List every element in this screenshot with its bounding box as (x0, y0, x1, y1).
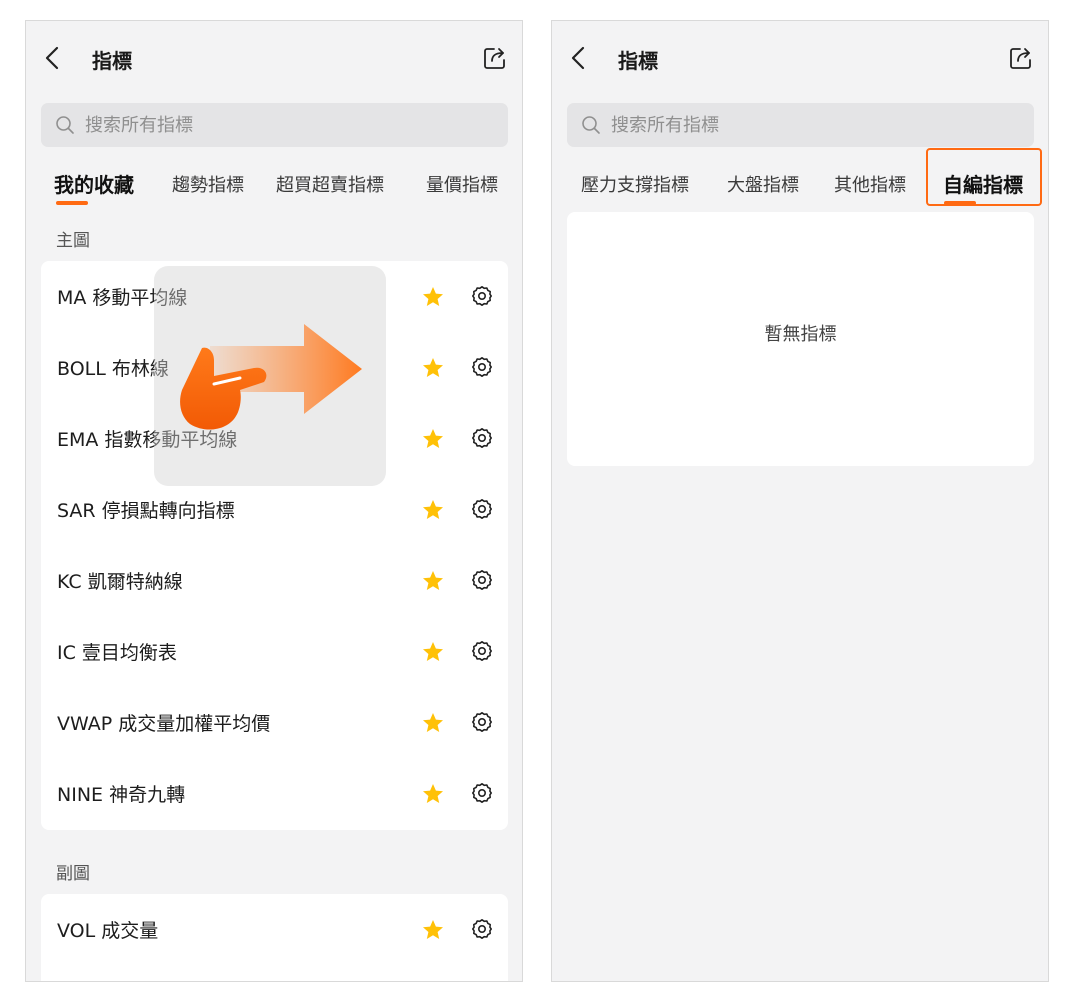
indicator-name: VOL 成交量 (57, 920, 159, 942)
gear-icon[interactable] (471, 356, 493, 378)
tab-overbought-oversold[interactable]: 超買超賣指標 (276, 171, 384, 197)
back-arrow-icon[interactable] (566, 43, 592, 73)
header: 指標 (26, 21, 522, 97)
gear-icon[interactable] (471, 711, 493, 733)
list-item[interactable]: NINE 神奇九轉 (41, 758, 508, 829)
star-icon[interactable] (421, 711, 445, 735)
tab-trend[interactable]: 趨勢指標 (172, 171, 244, 197)
tab-favorites[interactable]: 我的收藏 (54, 169, 134, 198)
tab-other[interactable]: 其他指標 (834, 171, 906, 197)
right-screen: 指標 壓力支撐指標 大盤指標 其他指標 自編指標 暫無指標 (551, 20, 1049, 982)
search-icon (56, 116, 74, 134)
indicator-name: SAR 停損點轉向指標 (57, 500, 235, 522)
star-icon[interactable] (421, 285, 445, 309)
indicator-name: BOLL 布林線 (57, 358, 169, 380)
star-icon[interactable] (421, 640, 445, 664)
list-item[interactable]: KC 凱爾特納線 (41, 545, 508, 616)
page-title: 指標 (92, 49, 132, 73)
star-icon[interactable] (421, 498, 445, 522)
tab-market[interactable]: 大盤指標 (727, 171, 799, 197)
search-bar[interactable] (41, 103, 508, 147)
section-label-main: 主圖 (56, 231, 90, 251)
share-icon[interactable] (1008, 45, 1034, 71)
star-icon[interactable] (421, 918, 445, 942)
active-tab-highlight (926, 148, 1042, 206)
swipe-gesture-hint (180, 324, 362, 430)
empty-state-message: 暫無指標 (764, 324, 837, 345)
gear-icon[interactable] (471, 569, 493, 591)
gear-icon[interactable] (471, 498, 493, 520)
left-screen: 指標 我的收藏 趨勢指標 超買超賣指標 量價指標 主圖 MA 移動平均線 BOL… (25, 20, 523, 982)
indicator-name: KC 凱爾特納線 (57, 571, 183, 593)
category-tabs: 我的收藏 趨勢指標 超買超賣指標 量價指標 (26, 163, 522, 207)
gear-icon[interactable] (471, 918, 493, 940)
gear-icon[interactable] (471, 285, 493, 307)
page-title: 指標 (618, 49, 658, 73)
back-arrow-icon[interactable] (40, 43, 66, 73)
share-icon[interactable] (482, 45, 508, 71)
list-item[interactable]: VWAP 成交量加權平均價 (41, 687, 508, 758)
active-tab-indicator (56, 201, 88, 205)
star-icon[interactable] (421, 782, 445, 806)
list-item[interactable]: VOL 成交量 (41, 894, 508, 965)
indicator-name: IC 壹目均衡表 (57, 642, 177, 664)
list-item[interactable]: IC 壹目均衡表 (41, 616, 508, 687)
star-icon[interactable] (421, 427, 445, 451)
indicator-name: VWAP 成交量加權平均價 (57, 713, 271, 735)
header: 指標 (552, 21, 1048, 97)
tab-volume-price[interactable]: 量價指標 (426, 171, 498, 197)
sub-indicator-list: VOL 成交量 (41, 894, 508, 981)
tab-pressure-support[interactable]: 壓力支撐指標 (581, 171, 689, 197)
star-icon[interactable] (421, 356, 445, 380)
gear-icon[interactable] (471, 782, 493, 804)
indicator-name: NINE 神奇九轉 (57, 784, 186, 806)
search-input[interactable] (85, 103, 385, 147)
search-icon (582, 116, 600, 134)
search-bar[interactable] (567, 103, 1034, 147)
empty-state-card: 暫無指標 (567, 212, 1034, 466)
gear-icon[interactable] (471, 427, 493, 449)
section-label-sub: 副圖 (56, 864, 90, 884)
star-icon[interactable] (421, 569, 445, 593)
gear-icon[interactable] (471, 640, 493, 662)
search-input[interactable] (611, 103, 911, 147)
